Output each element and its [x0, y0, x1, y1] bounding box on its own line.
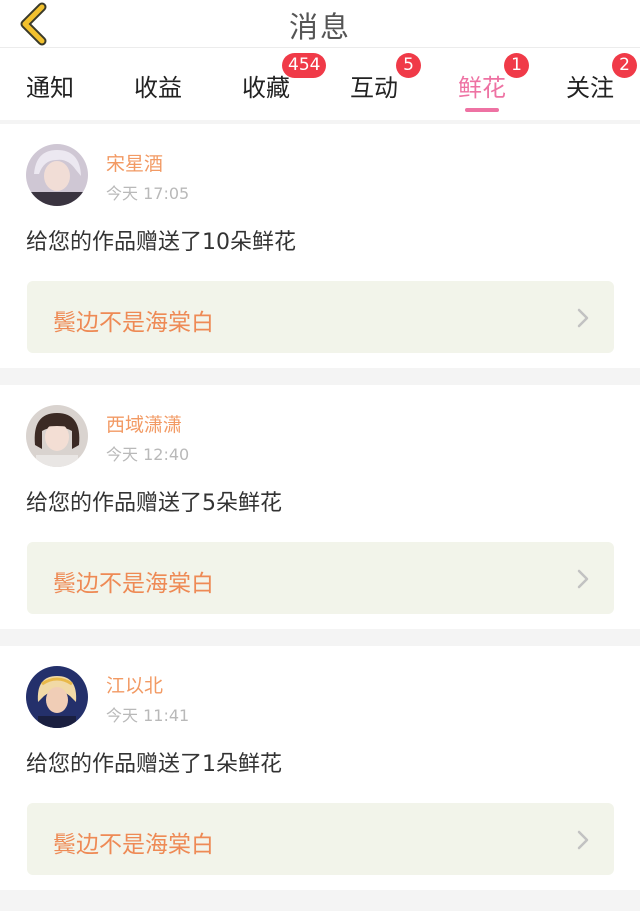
username[interactable]: 江以北 [106, 671, 163, 698]
username[interactable]: 宋星酒 [106, 149, 163, 176]
user-avatar-icon [26, 144, 88, 206]
chevron-right-icon [577, 569, 589, 589]
user-avatar-icon [26, 666, 88, 728]
tab-notifications[interactable]: 通知 [0, 48, 100, 120]
work-title: 鬓边不是海棠白 [53, 832, 214, 858]
count-badge: 454 [282, 53, 327, 78]
count-badge: 1 [504, 53, 529, 78]
tab-flowers[interactable]: 鲜花 1 [432, 48, 532, 120]
username[interactable]: 西域潇潇 [106, 410, 182, 437]
tab-bar: 通知 收益 收藏 454 互动 5 鲜花 1 关注 2 [0, 48, 640, 120]
tab-following[interactable]: 关注 2 [540, 48, 640, 120]
timestamp: 今天 17:05 [106, 184, 190, 203]
message-text: 给您的作品赠送了1朵鲜花 [26, 752, 282, 777]
page-title: 消息 [288, 10, 351, 44]
avatar[interactable] [26, 666, 88, 728]
message-card: 江以北 今天 11:41 给您的作品赠送了1朵鲜花 鬓边不是海棠白 [0, 646, 640, 890]
timestamp: 今天 12:40 [106, 445, 190, 464]
tab-interactions[interactable]: 互动 5 [324, 48, 424, 120]
work-title: 鬓边不是海棠白 [53, 571, 214, 597]
avatar[interactable] [26, 405, 88, 467]
work-title: 鬓边不是海棠白 [53, 310, 214, 336]
count-badge: 5 [396, 53, 421, 78]
avatar[interactable] [26, 144, 88, 206]
message-card: 西域潇潇 今天 12:40 给您的作品赠送了5朵鲜花 鬓边不是海棠白 [0, 385, 640, 629]
work-link[interactable]: 鬓边不是海棠白 [27, 803, 614, 875]
chevron-right-icon [577, 830, 589, 850]
work-link[interactable]: 鬓边不是海棠白 [27, 281, 614, 353]
chevron-right-icon [577, 308, 589, 328]
tab-label: 通知 [26, 74, 74, 102]
tab-earnings[interactable]: 收益 [108, 48, 208, 120]
user-avatar-icon [26, 405, 88, 467]
work-link[interactable]: 鬓边不是海棠白 [27, 542, 614, 614]
tab-favorites[interactable]: 收藏 454 [216, 48, 327, 120]
header-bar: 消息 [0, 0, 640, 48]
message-text: 给您的作品赠送了5朵鲜花 [26, 491, 282, 516]
tab-label: 收益 [134, 74, 182, 102]
message-text: 给您的作品赠送了10朵鲜花 [26, 230, 296, 255]
timestamp: 今天 11:41 [106, 706, 190, 725]
message-card: 宋星酒 今天 17:05 给您的作品赠送了10朵鲜花 鬓边不是海棠白 [0, 124, 640, 368]
count-badge: 2 [612, 53, 637, 78]
active-tab-indicator [465, 108, 499, 112]
